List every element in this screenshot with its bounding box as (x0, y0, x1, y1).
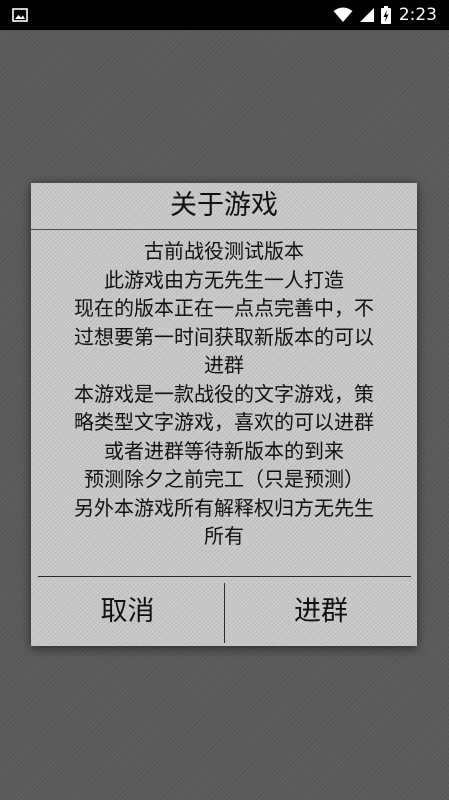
wifi-icon (333, 7, 353, 22)
status-left (12, 7, 28, 23)
message-line: 略类型文字游戏，喜欢的可以进群 (74, 410, 374, 434)
message-line: 另外本游戏所有解释权归方无先生 (74, 495, 374, 520)
message-line: 进群 (204, 353, 244, 377)
message-line: 所有 (204, 524, 244, 548)
message-line: 或者进群等待新版本的到来 (104, 438, 344, 463)
dialog-title: 关于游戏 (170, 190, 278, 221)
message-line: 预测除夕之前完工（只是预测） (84, 467, 364, 491)
join-group-button[interactable]: 进群 (225, 577, 417, 646)
signal-icon (359, 8, 374, 22)
gallery-icon (12, 8, 28, 22)
message-line: 此游戏由方无先生一人打造 (104, 267, 344, 292)
status-bar: 2:23 (0, 0, 449, 30)
battery-charging-icon (380, 6, 391, 24)
status-time: 2:23 (398, 5, 437, 25)
message-line: 现在的版本正在一点点完善中，不 (74, 296, 374, 320)
message-line: 过想要第一时间获取新版本的可以 (74, 324, 374, 349)
message-line: 古前战役测试版本 (144, 239, 304, 263)
dialog-message: 古前战役测试版本 此游戏由方无先生一人打造 现在的版本正在一点点完善中，不 过想… (31, 237, 417, 551)
message-line: 本游戏是一款战役的文字游戏，策 (74, 381, 374, 406)
title-divider (31, 229, 417, 230)
status-right: 2:23 (327, 0, 437, 30)
about-game-dialog: 关于游戏 古前战役测试版本 此游戏由方无先生一人打造 现在的版本正在一点点完善中… (31, 183, 417, 646)
cancel-button[interactable]: 取消 (31, 577, 224, 646)
